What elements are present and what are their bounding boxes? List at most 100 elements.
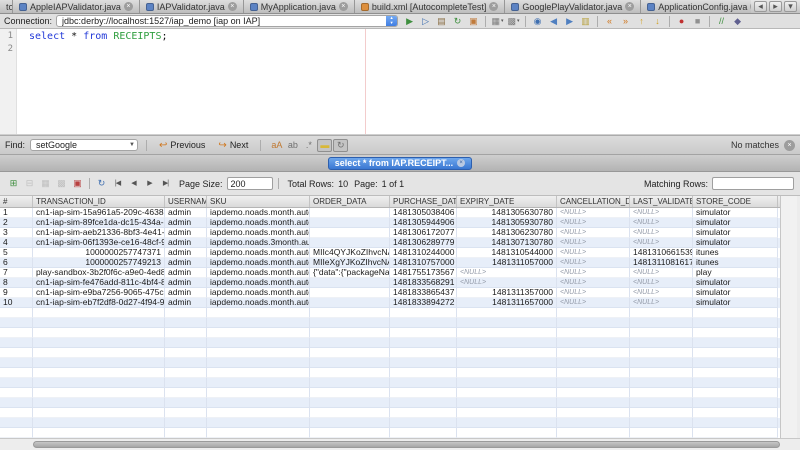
scroll-tabs-right-icon[interactable]: ▸ bbox=[769, 1, 782, 12]
table-cell[interactable]: admin bbox=[165, 278, 207, 288]
table-cell[interactable]: iapdemo.noads.month.auto bbox=[207, 268, 310, 278]
sql-editor[interactable]: 12 select * from RECEIPTS; bbox=[0, 29, 800, 135]
last-page-icon[interactable]: ▶| bbox=[158, 177, 173, 190]
table-cell[interactable]: <NULL> bbox=[630, 288, 693, 298]
page-size-input[interactable]: 200 bbox=[227, 177, 273, 190]
refresh-connection-icon[interactable]: ↻ bbox=[450, 15, 465, 28]
table-cell[interactable]: admin bbox=[165, 208, 207, 218]
table-cell[interactable]: <NULL> bbox=[557, 238, 630, 248]
column-header[interactable]: SKU bbox=[207, 196, 310, 207]
table-cell[interactable]: <NULL> bbox=[630, 238, 693, 248]
table-cell[interactable]: 1481311657000 bbox=[457, 298, 557, 308]
table-cell[interactable]: 9 bbox=[0, 288, 33, 298]
table-cell[interactable] bbox=[310, 288, 390, 298]
connection-combobox[interactable]: jdbc:derby://localhost:1527/iap_demo [ia… bbox=[56, 15, 398, 27]
table-cell[interactable]: cn1-iap-sim-15a961a5-209c-4638-9... bbox=[33, 208, 165, 218]
column-header[interactable]: PURCHASE_DATE bbox=[390, 196, 457, 207]
table-cell[interactable]: simulator bbox=[693, 278, 778, 288]
table-cell[interactable]: admin bbox=[165, 298, 207, 308]
table-cell[interactable]: <NULL> bbox=[630, 278, 693, 288]
insert-code-icon[interactable]: ▦▾ bbox=[490, 15, 505, 28]
table-cell[interactable]: cn1-iap-sim-eb7f2df8-0d27-4f94-95... bbox=[33, 298, 165, 308]
wrap-around-icon[interactable]: ↻ bbox=[333, 139, 348, 152]
horizontal-scrollbar[interactable] bbox=[0, 438, 800, 450]
find-input[interactable]: setGoogle ▼ bbox=[30, 139, 138, 151]
table-cell[interactable]: 7 bbox=[0, 268, 33, 278]
highlight-results-icon[interactable]: ▬ bbox=[317, 139, 332, 152]
table-cell[interactable]: <NULL> bbox=[557, 208, 630, 218]
first-page-icon[interactable]: |◀ bbox=[110, 177, 125, 190]
table-cell[interactable]: itunes bbox=[693, 248, 778, 258]
vertical-scrollbar[interactable] bbox=[780, 196, 797, 438]
regex-icon[interactable]: .* bbox=[301, 139, 316, 152]
table-cell[interactable]: <NULL> bbox=[557, 278, 630, 288]
table-cell[interactable]: 5 bbox=[0, 248, 33, 258]
table-cell[interactable]: 10 bbox=[0, 298, 33, 308]
table-cell[interactable]: 2 bbox=[0, 218, 33, 228]
tab-list-icon[interactable]: ▾ bbox=[784, 1, 797, 12]
toggle-comment-icon[interactable]: // bbox=[714, 15, 729, 28]
table-cell[interactable]: cn1-iap-sim-06f1393e-ce16-48cf-91... bbox=[33, 238, 165, 248]
table-cell[interactable]: <NULL> bbox=[557, 298, 630, 308]
table-cell[interactable]: simulator bbox=[693, 218, 778, 228]
table-cell[interactable]: iapdemo.noads.month.auto bbox=[207, 258, 310, 268]
table-cell[interactable]: <NULL> bbox=[630, 228, 693, 238]
table-cell[interactable]: 1 bbox=[0, 208, 33, 218]
table-cell[interactable]: 1000000257749213 bbox=[33, 258, 165, 268]
table-cell[interactable] bbox=[310, 218, 390, 228]
table-cell[interactable]: iapdemo.noads.month.auto bbox=[207, 208, 310, 218]
column-header[interactable]: CANCELLATION_DATE bbox=[557, 196, 630, 207]
table-cell[interactable]: <NULL> bbox=[557, 258, 630, 268]
column-header[interactable]: TRANSACTION_ID bbox=[33, 196, 165, 207]
tab-close-icon[interactable]: × bbox=[228, 2, 237, 11]
table-cell[interactable]: admin bbox=[165, 228, 207, 238]
find-previous-occurrence-icon[interactable]: ◀ bbox=[546, 15, 561, 28]
table-cell[interactable]: 3 bbox=[0, 228, 33, 238]
table-cell[interactable] bbox=[310, 298, 390, 308]
table-cell[interactable]: admin bbox=[165, 288, 207, 298]
move-line-down-icon[interactable]: ↓ bbox=[650, 15, 665, 28]
table-cell[interactable]: iapdemo.noads.3month.auto bbox=[207, 238, 310, 248]
cancel-edits-icon[interactable]: ▩ bbox=[54, 177, 69, 190]
table-cell[interactable]: simulator bbox=[693, 288, 778, 298]
table-cell[interactable]: 1481311057000 bbox=[457, 258, 557, 268]
scroll-tabs-left-icon[interactable]: ◂ bbox=[754, 1, 767, 12]
table-cell[interactable]: <NULL> bbox=[457, 278, 557, 288]
table-cell[interactable]: 1481833568291 bbox=[390, 278, 457, 288]
table-cell[interactable]: 1481310244000 bbox=[390, 248, 457, 258]
table-cell[interactable]: 1000000257747371 bbox=[33, 248, 165, 258]
table-cell[interactable]: 1481305038406 bbox=[390, 208, 457, 218]
sql-code-line[interactable]: select * from RECEIPTS; bbox=[29, 30, 168, 43]
table-cell[interactable]: cn1-iap-sim-e9ba7256-9065-475c-9... bbox=[33, 288, 165, 298]
editor-tab[interactable]: tor bbox=[0, 0, 13, 13]
table-cell[interactable]: iapdemo.noads.month.auto bbox=[207, 248, 310, 258]
table-cell[interactable] bbox=[310, 238, 390, 248]
find-previous-button[interactable]: ↩ Previous bbox=[155, 138, 209, 152]
tab-close-icon[interactable]: × bbox=[339, 2, 348, 11]
table-cell[interactable]: admin bbox=[165, 218, 207, 228]
find-dropdown-icon[interactable]: ▼ bbox=[127, 142, 137, 148]
toggle-highlight-search-icon[interactable]: ▥ bbox=[578, 15, 593, 28]
close-find-bar-icon[interactable]: × bbox=[784, 140, 795, 151]
table-cell[interactable]: <NULL> bbox=[557, 248, 630, 258]
table-cell[interactable]: 1481311081617 bbox=[630, 258, 693, 268]
editor-tab[interactable]: build.xml [AutocompleteTest]× bbox=[355, 0, 506, 13]
shift-line-left-icon[interactable]: « bbox=[602, 15, 617, 28]
table-cell[interactable]: <NULL> bbox=[557, 268, 630, 278]
close-result-tab-icon[interactable]: × bbox=[457, 159, 465, 167]
table-cell[interactable]: 1481833865437 bbox=[390, 288, 457, 298]
table-cell[interactable]: <NULL> bbox=[557, 228, 630, 238]
table-cell[interactable] bbox=[310, 228, 390, 238]
table-cell[interactable]: simulator bbox=[693, 228, 778, 238]
table-cell[interactable]: MIIeXgYJKoZIhvcNAQc... bbox=[310, 258, 390, 268]
table-cell[interactable]: 6 bbox=[0, 258, 33, 268]
matching-rows-input[interactable] bbox=[712, 177, 794, 190]
table-cell[interactable]: 1481755173567 bbox=[390, 268, 457, 278]
table-cell[interactable]: <NULL> bbox=[630, 208, 693, 218]
previous-page-icon[interactable]: ◀ bbox=[126, 177, 141, 190]
table-cell[interactable]: admin bbox=[165, 248, 207, 258]
editor-tab[interactable]: IAPValidator.java× bbox=[140, 0, 244, 13]
table-cell[interactable]: iapdemo.noads.month.auto bbox=[207, 298, 310, 308]
commit-record-icon[interactable]: ▦ bbox=[38, 177, 53, 190]
column-header[interactable]: EXPIRY_DATE bbox=[457, 196, 557, 207]
